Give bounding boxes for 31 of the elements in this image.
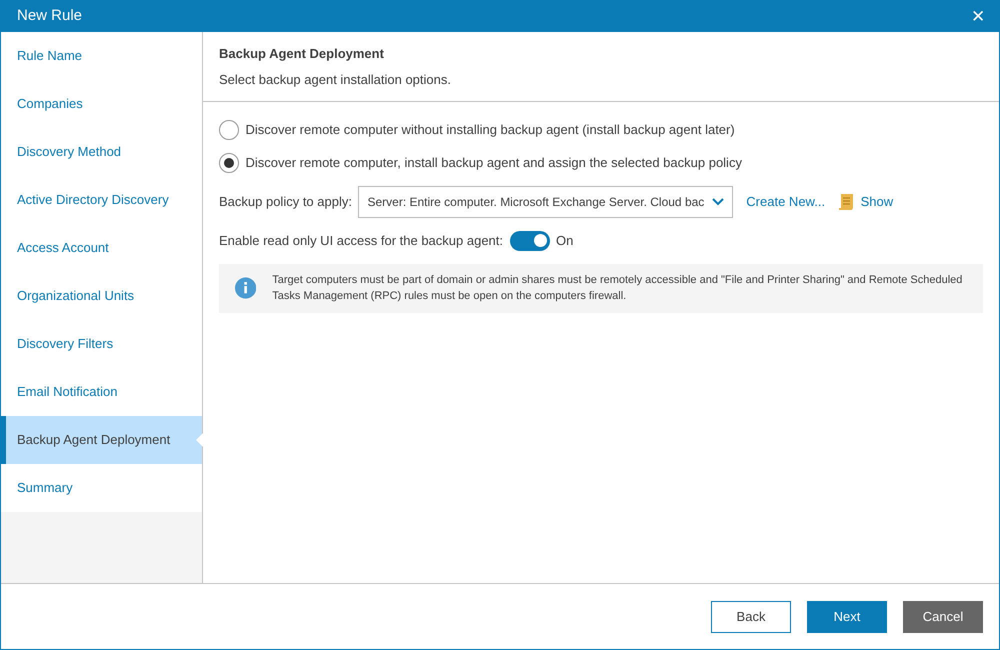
create-new-link[interactable]: Create New... xyxy=(746,192,826,212)
footer-button[interactable]: Back xyxy=(711,600,791,632)
page-title: Backup Agent Deployment xyxy=(219,45,385,63)
close-button[interactable]: ✕ xyxy=(967,8,989,24)
sidebar-item[interactable]: Email Notification xyxy=(1,368,202,416)
sidebar-item[interactable]: Access Account xyxy=(1,224,202,272)
page-subtitle: Select backup agent installation options. xyxy=(219,71,452,89)
show-link[interactable]: Show xyxy=(860,192,894,212)
footer-button[interactable]: Next xyxy=(807,600,887,632)
radio-button[interactable] xyxy=(219,120,239,140)
policy-label: Backup policy to apply: xyxy=(219,192,352,211)
sidebar-item[interactable]: Companies xyxy=(1,80,202,128)
toggle-switch[interactable] xyxy=(510,230,550,250)
sidebar-item[interactable]: Backup Agent Deployment xyxy=(1,416,202,464)
radio-label: Discover remote computer without installing backup agent (install backup agent later) xyxy=(246,120,735,139)
radio-label: Discover remote computer, install backup agent and assign the selected backup policy xyxy=(246,154,742,172)
sidebar-item[interactable]: Organizational Units xyxy=(1,272,202,320)
policy-dropdown[interactable]: Server: Entire computer. Microsoft Exchange Server. Cloud bac xyxy=(358,186,734,218)
info-text: Target computers must be part of domain or admin shares must be remotely accessible and "File and Printer Sharing" and Remote Scheduled Tasks Management (RPC) rules must be open on the computers firewall. xyxy=(272,272,964,304)
sidebar-item[interactable]: Active Directory Discovery xyxy=(1,176,202,224)
sidebar-item[interactable]: Discovery Filters xyxy=(1,320,202,368)
scroll-icon xyxy=(838,192,854,210)
sidebar-item[interactable]: Summary xyxy=(1,464,202,512)
sidebar-item[interactable]: Rule Name xyxy=(1,32,202,80)
readonly-access-label: Enable read only UI access for the backup agent: xyxy=(219,232,504,250)
footer-button[interactable]: Cancel xyxy=(903,600,983,632)
toggle-state-text: On xyxy=(556,232,574,250)
radio-button[interactable] xyxy=(219,152,239,172)
sidebar-item[interactable]: Discovery Method xyxy=(1,128,202,176)
window-title: New Rule xyxy=(17,6,82,26)
chevron-down-icon xyxy=(712,198,724,206)
